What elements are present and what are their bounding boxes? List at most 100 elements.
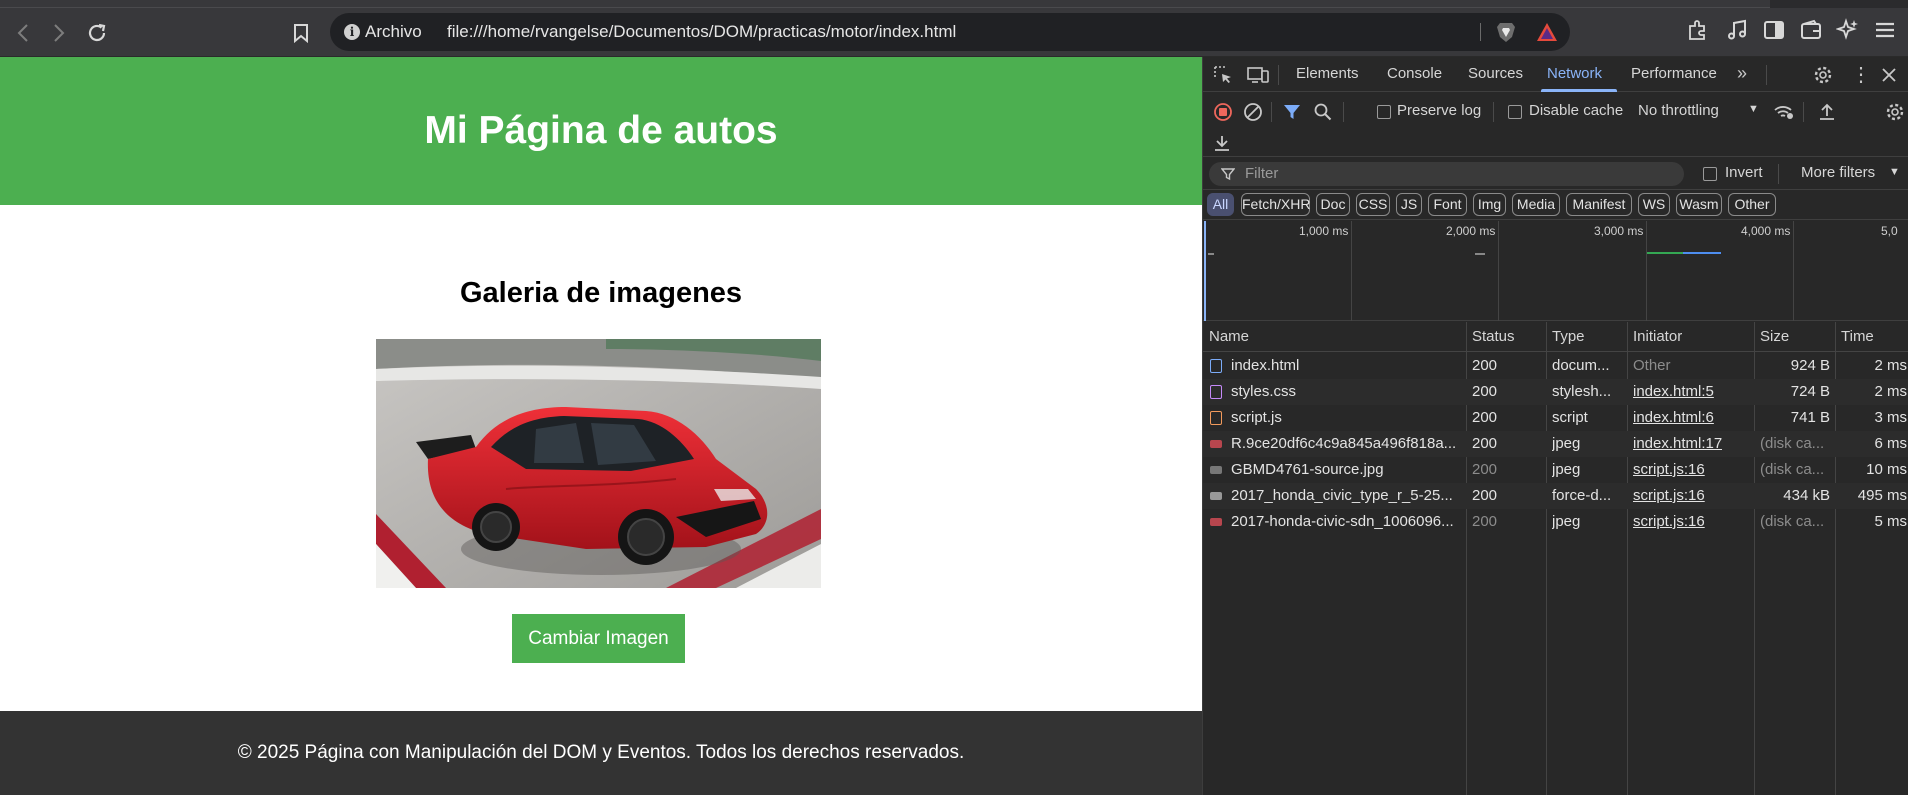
wallet-icon[interactable] — [1799, 18, 1823, 42]
more-tabs-icon[interactable]: » — [1737, 63, 1747, 84]
tab-console[interactable]: Console — [1387, 65, 1442, 82]
filter-divider — [1778, 164, 1779, 184]
image-icon — [1210, 440, 1222, 448]
table-row[interactable]: 2017_honda_civic_type_r_5-25... 200 forc… — [1203, 483, 1908, 509]
brave-shields-icon[interactable] — [1496, 21, 1516, 43]
request-status: 200 — [1472, 461, 1498, 478]
type-filter-fetch-xhr[interactable]: Fetch/XHR — [1241, 193, 1310, 216]
music-icon[interactable] — [1725, 18, 1749, 42]
request-time: 495 ms — [1857, 487, 1907, 504]
more-filters-chevron-icon[interactable]: ▼ — [1889, 166, 1900, 178]
tab-elements[interactable]: Elements — [1296, 65, 1359, 82]
url-scheme-label: Archivo — [365, 22, 422, 41]
forward-icon[interactable] — [44, 18, 74, 48]
type-filter-doc[interactable]: Doc — [1316, 193, 1350, 216]
address-bar[interactable]: i Archivo file:///home/rvangelse/Documen… — [330, 13, 1570, 51]
type-filter-media[interactable]: Media — [1512, 193, 1560, 216]
tab-network[interactable]: Network — [1547, 65, 1602, 82]
column-header-initiator[interactable]: Initiator — [1633, 322, 1682, 352]
table-row[interactable]: styles.css 200 stylesh... index.html:5 7… — [1203, 379, 1908, 405]
network-conditions-icon[interactable] — [1773, 102, 1795, 122]
document-icon — [1210, 359, 1222, 373]
back-icon[interactable] — [8, 18, 38, 48]
timeline-gridline — [1646, 221, 1647, 321]
more-filters-button[interactable]: More filters — [1801, 164, 1875, 181]
reload-icon[interactable] — [82, 18, 112, 48]
filter-row: Filter Invert More filters ▼ — [1203, 158, 1908, 190]
clear-icon[interactable] — [1243, 102, 1263, 122]
leo-ai-icon[interactable] — [1836, 18, 1860, 42]
timeline-label: 4,000 ms — [1741, 224, 1791, 238]
request-type: jpeg — [1552, 435, 1581, 452]
url-text[interactable]: file:///home/rvangelse/Documentos/DOM/pr… — [447, 22, 956, 42]
type-filter-font[interactable]: Font — [1428, 193, 1467, 216]
timeline-label: 2,000 ms — [1446, 224, 1496, 238]
filter-input[interactable]: Filter — [1209, 162, 1684, 186]
chevron-down-icon[interactable]: ▼ — [1748, 103, 1759, 115]
type-filter-other[interactable]: Other — [1728, 193, 1776, 216]
search-icon[interactable] — [1313, 102, 1333, 122]
column-header-status[interactable]: Status — [1472, 322, 1515, 352]
filter-icon[interactable] — [1282, 102, 1302, 122]
menu-icon[interactable] — [1873, 18, 1897, 42]
request-initiator-link[interactable]: index.html:17 — [1633, 435, 1722, 452]
sidebar-icon[interactable] — [1762, 18, 1786, 42]
bookmark-icon[interactable] — [286, 18, 316, 48]
preserve-log-checkbox[interactable] — [1377, 105, 1391, 119]
close-icon[interactable] — [1881, 67, 1897, 83]
request-type: docum... — [1552, 357, 1610, 374]
extensions-icon[interactable] — [1686, 18, 1710, 42]
request-time: 5 ms — [1874, 513, 1907, 530]
type-filter-img[interactable]: Img — [1473, 193, 1506, 216]
toolbar-divider — [1803, 102, 1804, 122]
tab-sources[interactable]: Sources — [1468, 65, 1523, 82]
settings-gear-icon[interactable] — [1813, 65, 1833, 85]
inspect-element-icon[interactable] — [1213, 65, 1233, 85]
download-icon[interactable] — [1213, 133, 1231, 153]
request-type: jpeg — [1552, 513, 1581, 530]
timeline-label: 1,000 ms — [1299, 224, 1349, 238]
column-header-name[interactable]: Name — [1209, 322, 1249, 352]
type-filter-css[interactable]: CSS — [1356, 193, 1390, 216]
network-settings-gear-icon[interactable] — [1885, 102, 1905, 122]
request-name: 2017_honda_civic_type_r_5-25... — [1231, 487, 1453, 504]
type-filter-ws[interactable]: WS — [1638, 193, 1670, 216]
footer-text: © 2025 Página con Manipulación del DOM y… — [237, 742, 965, 763]
timeline-bar — [1208, 253, 1214, 255]
active-tab-indicator — [1541, 89, 1617, 92]
gallery-image — [376, 339, 821, 588]
request-initiator-link[interactable]: index.html:6 — [1633, 409, 1714, 426]
upload-icon[interactable] — [1818, 102, 1836, 122]
kebab-menu-icon[interactable]: ⋮ — [1851, 62, 1871, 87]
type-filter-js[interactable]: JS — [1396, 193, 1422, 216]
type-filter-manifest[interactable]: Manifest — [1566, 193, 1632, 216]
site-info-icon[interactable]: i — [344, 24, 360, 40]
type-filter-wasm[interactable]: Wasm — [1676, 193, 1722, 216]
type-filter-all[interactable]: All — [1207, 193, 1234, 216]
network-timeline-overview[interactable]: 1,000 ms 2,000 ms 3,000 ms 4,000 ms 5,0 — [1203, 221, 1908, 321]
device-toolbar-icon[interactable] — [1247, 65, 1269, 85]
change-image-button[interactable]: Cambiar Imagen — [512, 614, 685, 663]
brave-rewards-icon[interactable] — [1536, 22, 1558, 42]
table-row[interactable]: R.9ce20df6c4c9a845a496f818a... 200 jpeg … — [1203, 431, 1908, 457]
image-icon — [1210, 466, 1222, 474]
request-initiator-link[interactable]: script.js:16 — [1633, 461, 1705, 478]
tab-performance[interactable]: Performance — [1631, 65, 1717, 82]
request-type: script — [1552, 409, 1588, 426]
table-row[interactable]: index.html 200 docum... Other 924 B 2 ms — [1203, 353, 1908, 379]
table-row[interactable]: GBMD4761-source.jpg 200 jpeg script.js:1… — [1203, 457, 1908, 483]
invert-checkbox[interactable] — [1703, 167, 1717, 181]
car-photo — [376, 339, 821, 588]
request-initiator-link[interactable]: index.html:5 — [1633, 383, 1714, 400]
column-header-size[interactable]: Size — [1760, 322, 1789, 352]
table-row[interactable]: script.js 200 script index.html:6 741 B … — [1203, 405, 1908, 431]
column-header-type[interactable]: Type — [1552, 322, 1585, 352]
request-initiator-link[interactable]: script.js:16 — [1633, 487, 1705, 504]
record-stop-icon[interactable] — [1213, 102, 1233, 122]
throttling-select[interactable]: No throttling — [1638, 102, 1719, 119]
disable-cache-checkbox[interactable] — [1508, 105, 1522, 119]
request-type: stylesh... — [1552, 383, 1612, 400]
request-initiator-link[interactable]: script.js:16 — [1633, 513, 1705, 530]
column-header-time[interactable]: Time — [1841, 322, 1874, 352]
table-row[interactable]: 2017-honda-civic-sdn_1006096... 200 jpeg… — [1203, 509, 1908, 535]
